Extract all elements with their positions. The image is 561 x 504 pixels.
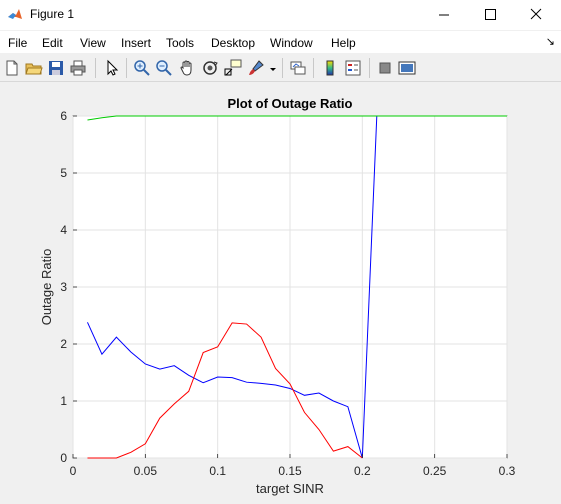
close-icon	[530, 8, 542, 20]
print-button[interactable]	[69, 59, 87, 77]
hide-plot-tools-button[interactable]	[376, 59, 394, 77]
menu-file[interactable]: File	[8, 36, 27, 50]
menu-tools[interactable]: Tools	[166, 36, 194, 50]
toolbar-separator	[126, 58, 127, 78]
insert-colorbar-button[interactable]	[321, 59, 339, 77]
minimize-button[interactable]	[421, 0, 467, 30]
chevron-down-icon	[270, 68, 276, 71]
y-tick-label: 4	[60, 223, 67, 237]
x-axis-label: target SINR	[256, 481, 324, 496]
save-icon	[49, 61, 63, 75]
link-plot-icon	[290, 61, 306, 75]
brush-dropdown[interactable]	[268, 59, 278, 77]
x-tick-label: 0.25	[423, 464, 447, 478]
maximize-icon	[485, 9, 496, 20]
menu-bar: File Edit View Insert Tools Desktop Wind…	[0, 31, 561, 53]
rotate-3d-button[interactable]	[201, 59, 219, 77]
x-tick-label: 0.2	[354, 464, 371, 478]
show-plot-tools-icon	[398, 61, 416, 75]
edit-plot-button[interactable]	[103, 59, 121, 77]
menu-edit[interactable]: Edit	[42, 36, 63, 50]
print-icon	[70, 60, 86, 76]
x-tick-label: 0	[70, 464, 77, 478]
figure-toolbar	[0, 55, 561, 82]
toolbar-separator	[369, 58, 370, 78]
menu-window[interactable]: Window	[270, 36, 313, 50]
data-cursor-button[interactable]	[224, 59, 242, 77]
brush-icon	[249, 60, 264, 75]
title-bar: Figure 1	[0, 0, 561, 30]
x-tick-label: 0.1	[209, 464, 226, 478]
dock-arrow-icon[interactable]: ↘	[546, 35, 555, 48]
zoom-out-icon	[156, 60, 172, 76]
toolbar-separator	[313, 58, 314, 78]
menu-desktop[interactable]: Desktop	[211, 36, 255, 50]
data-cursor-icon	[224, 59, 242, 76]
show-plot-tools-button[interactable]	[398, 59, 416, 77]
x-tick-label: 0.05	[134, 464, 158, 478]
pan-button[interactable]	[178, 59, 196, 77]
plot-title: Plot of Outage Ratio	[228, 96, 353, 111]
menu-insert[interactable]: Insert	[121, 36, 151, 50]
new-figure-button[interactable]	[3, 59, 21, 77]
menu-help[interactable]: Help	[331, 36, 356, 50]
y-tick-label: 6	[60, 109, 67, 123]
maximize-button[interactable]	[467, 0, 513, 30]
y-tick-label: 2	[60, 337, 67, 351]
y-axis-label: Outage Ratio	[39, 249, 54, 326]
toolbar-separator	[282, 58, 283, 78]
x-tick-label: 0.3	[499, 464, 516, 478]
save-button[interactable]	[47, 59, 65, 77]
y-tick-label: 5	[60, 166, 67, 180]
insert-legend-button[interactable]	[344, 59, 362, 77]
rotate-3d-icon	[203, 61, 218, 75]
open-file-button[interactable]	[25, 59, 43, 77]
legend-icon	[345, 60, 361, 76]
brush-button[interactable]	[247, 59, 265, 77]
minimize-icon	[439, 14, 449, 16]
y-tick-label: 3	[60, 280, 67, 294]
toolbar-separator	[95, 58, 96, 78]
close-button[interactable]	[513, 0, 559, 30]
pan-hand-icon	[180, 60, 192, 76]
zoom-out-button[interactable]	[155, 59, 173, 77]
hide-plot-tools-icon	[379, 62, 391, 74]
x-tick-label: 0.15	[278, 464, 302, 478]
new-figure-icon	[6, 60, 18, 76]
zoom-in-icon	[134, 60, 150, 76]
y-tick-label: 1	[60, 394, 67, 408]
edit-plot-arrow-icon	[107, 59, 119, 76]
y-tick-label: 0	[60, 451, 67, 465]
link-plot-button[interactable]	[289, 59, 307, 77]
plot-canvas[interactable]: Plot of Outage Ratio target SINR Outage …	[0, 82, 561, 504]
matlab-logo-icon	[8, 9, 22, 19]
figure-canvas: Plot of Outage Ratio target SINR Outage …	[0, 82, 561, 504]
zoom-in-button[interactable]	[133, 59, 151, 77]
colorbar-icon	[326, 60, 334, 76]
open-file-icon	[25, 63, 43, 75]
menu-view[interactable]: View	[80, 36, 106, 50]
window-title: Figure 1	[30, 7, 75, 21]
